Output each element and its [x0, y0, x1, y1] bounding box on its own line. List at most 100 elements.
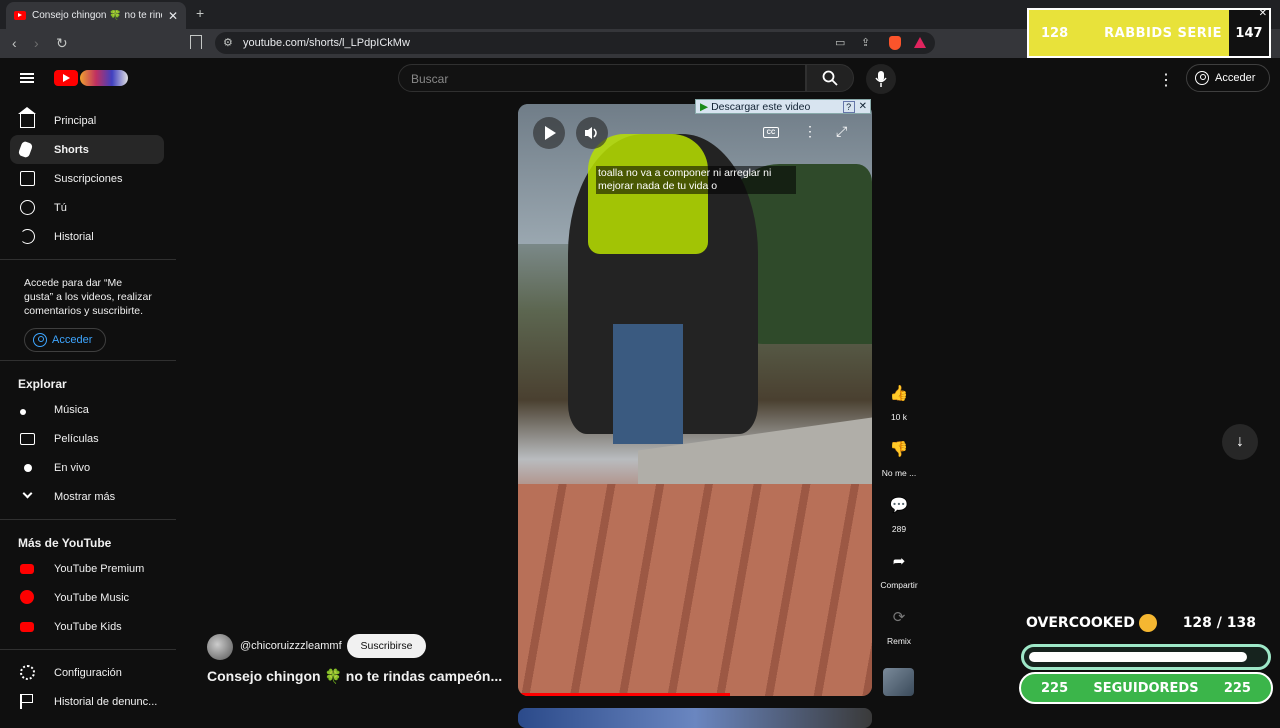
followers-label: SEGUIDOREDS	[1093, 680, 1199, 696]
signin-note: Accede para dar “Me gusta” a los videos,…	[24, 277, 152, 317]
sidebar-item-movies[interactable]: Películas	[0, 424, 176, 453]
sidebar-item-live[interactable]: En vivo	[0, 453, 176, 482]
video-caption: toalla no va a componer ni arreglar ni m…	[596, 166, 796, 194]
next-video-preview[interactable]	[518, 708, 872, 728]
shorts-actions: 👍 10 k 👎 No me ... 💬 289 ➦ Compartir ⟳ R…	[876, 378, 922, 658]
install-icon[interactable]: ▭	[835, 36, 845, 49]
user-icon	[20, 200, 35, 215]
bookmark-icon[interactable]	[190, 35, 202, 49]
channel-avatar[interactable]	[207, 634, 233, 660]
download-close-icon[interactable]: ✕	[859, 101, 867, 112]
account-icon	[1195, 71, 1209, 85]
divider	[0, 649, 176, 650]
shorts-video-player[interactable]: CC ⋮ ⤢ toalla no va a componer ni arregl…	[518, 104, 872, 696]
back-icon[interactable]: ‹	[12, 35, 17, 51]
sidebar-item-youtube-kids[interactable]: YouTube Kids	[0, 612, 176, 641]
sound-avatar[interactable]	[883, 668, 914, 696]
menu-icon[interactable]	[20, 73, 34, 83]
rabbids-label: RABBIDS SERIE	[1104, 25, 1223, 41]
video-roof-tiles	[518, 484, 872, 696]
volume-icon	[585, 127, 597, 139]
doodle-logo[interactable]	[80, 70, 128, 86]
sidebar-item-label: Suscripciones	[54, 172, 123, 185]
sidebar-item-report-history[interactable]: Historial de denunc...	[0, 687, 176, 716]
like-action[interactable]: 👍 10 k	[876, 378, 922, 422]
new-tab-button[interactable]: +	[196, 5, 204, 21]
sidebar-item-show-more[interactable]: Mostrar más	[0, 482, 176, 511]
followers-widget: 225 SEGUIDOREDS 225	[1019, 672, 1273, 704]
widget-progress-bar	[1021, 644, 1271, 670]
youtube-logo-icon[interactable]	[54, 70, 78, 86]
video-safety-vest	[588, 134, 708, 254]
download-video-bar[interactable]: ▶ Descargar este video ? ✕	[695, 99, 871, 114]
video-title[interactable]: Consejo chingon 🍀 no te rindas campeón..…	[207, 668, 502, 685]
flag-icon	[20, 694, 35, 709]
rabbids-left-count: 128	[1041, 25, 1069, 41]
forward-icon[interactable]: ›	[34, 35, 39, 51]
sidebar-item-label: YouTube Music	[54, 591, 130, 604]
microphone-icon	[875, 71, 887, 87]
address-bar[interactable]: ⚙ youtube.com/shorts/l_LPdpICkMw ▭ ⇪	[215, 32, 935, 54]
fullscreen-icon[interactable]: ⤢	[836, 123, 847, 140]
dislike-action[interactable]: 👎 No me ...	[876, 434, 922, 478]
sidebar-item-label: YouTube Premium	[54, 562, 145, 575]
play-button[interactable]	[533, 117, 565, 149]
video-progress-bar[interactable]	[518, 693, 731, 696]
share-action[interactable]: ➦ Compartir	[876, 546, 922, 590]
volume-button[interactable]	[576, 117, 608, 149]
overcooked-widget-header: OVERCOOKED 128 / 138	[1026, 614, 1256, 632]
sidebar-sign-in-label: Acceder	[52, 334, 93, 346]
comment-icon: 💬	[889, 497, 909, 514]
settings-icon	[20, 665, 35, 680]
sidebar-item-youtube-premium[interactable]: YouTube Premium	[0, 554, 176, 583]
remix-icon: ⟳	[892, 609, 906, 626]
sign-in-button[interactable]: Acceder	[1186, 64, 1270, 92]
sidebar-item-label: Música	[54, 403, 89, 416]
search-icon	[822, 70, 838, 86]
channel-handle[interactable]: @chicoruizzzleammf	[240, 640, 342, 652]
share-label: Compartir	[880, 580, 918, 590]
like-icon: 👍	[889, 385, 909, 402]
more-options-icon[interactable]: ⋮	[1158, 70, 1174, 90]
browser-tab[interactable]: Consejo chingon 🍀 no te rindas ✕	[6, 2, 186, 29]
subscribe-button[interactable]: Suscribirse	[347, 634, 426, 658]
sidebar-item-home[interactable]: Principal	[0, 106, 176, 135]
sidebar-item-you[interactable]: Tú	[0, 193, 176, 222]
tab-close-icon[interactable]: ✕	[168, 9, 178, 23]
sidebar-item-youtube-music[interactable]: YouTube Music	[0, 583, 176, 612]
search-button[interactable]	[806, 64, 854, 92]
search-placeholder: Buscar	[411, 72, 449, 86]
emoji-icon	[1138, 614, 1157, 632]
url-text: youtube.com/shorts/l_LPdpICkMw	[243, 37, 410, 49]
video-more-icon[interactable]: ⋮	[803, 123, 817, 140]
sidebar-item-label: Principal	[54, 114, 97, 127]
sidebar-item-shorts[interactable]: Shorts	[10, 135, 164, 164]
sidebar-item-label: Historial de denunc...	[54, 695, 158, 708]
search-input[interactable]: Buscar	[398, 64, 806, 92]
play-icon	[545, 126, 556, 140]
download-help-icon[interactable]: ?	[842, 100, 855, 113]
rabbids-overlay: 128 RABBIDS SERIE 147 ✕	[1027, 8, 1271, 58]
site-info-icon[interactable]: ⚙	[223, 36, 233, 49]
widget-count: 128 / 138	[1182, 615, 1256, 631]
sidebar-sign-in-button[interactable]: Acceder	[24, 328, 106, 352]
brave-shields-icon[interactable]	[889, 36, 901, 50]
sidebar-item-settings[interactable]: Configuración	[0, 658, 176, 687]
youtube-kids-icon	[20, 622, 34, 632]
next-short-button[interactable]: ↓	[1222, 424, 1258, 460]
arrow-down-icon: ↓	[1236, 433, 1244, 450]
comments-action[interactable]: 💬 289	[876, 490, 922, 534]
shorts-icon	[17, 140, 34, 159]
remix-action[interactable]: ⟳ Remix	[876, 602, 922, 646]
voice-search-button[interactable]	[866, 64, 896, 94]
sidebar-item-subscriptions[interactable]: Suscripciones	[0, 164, 176, 193]
followers-right-count: 225	[1223, 680, 1251, 696]
brave-rewards-icon[interactable]	[914, 37, 926, 48]
overlay-close-icon[interactable]: ✕	[1259, 8, 1267, 19]
captions-icon[interactable]: CC	[763, 127, 779, 138]
reload-icon[interactable]: ↻	[56, 35, 68, 52]
share-page-icon[interactable]: ⇪	[861, 36, 870, 49]
sidebar-item-history[interactable]: Historial	[0, 222, 176, 251]
sidebar-item-music[interactable]: Música	[0, 395, 176, 424]
remix-label: Remix	[886, 636, 912, 646]
